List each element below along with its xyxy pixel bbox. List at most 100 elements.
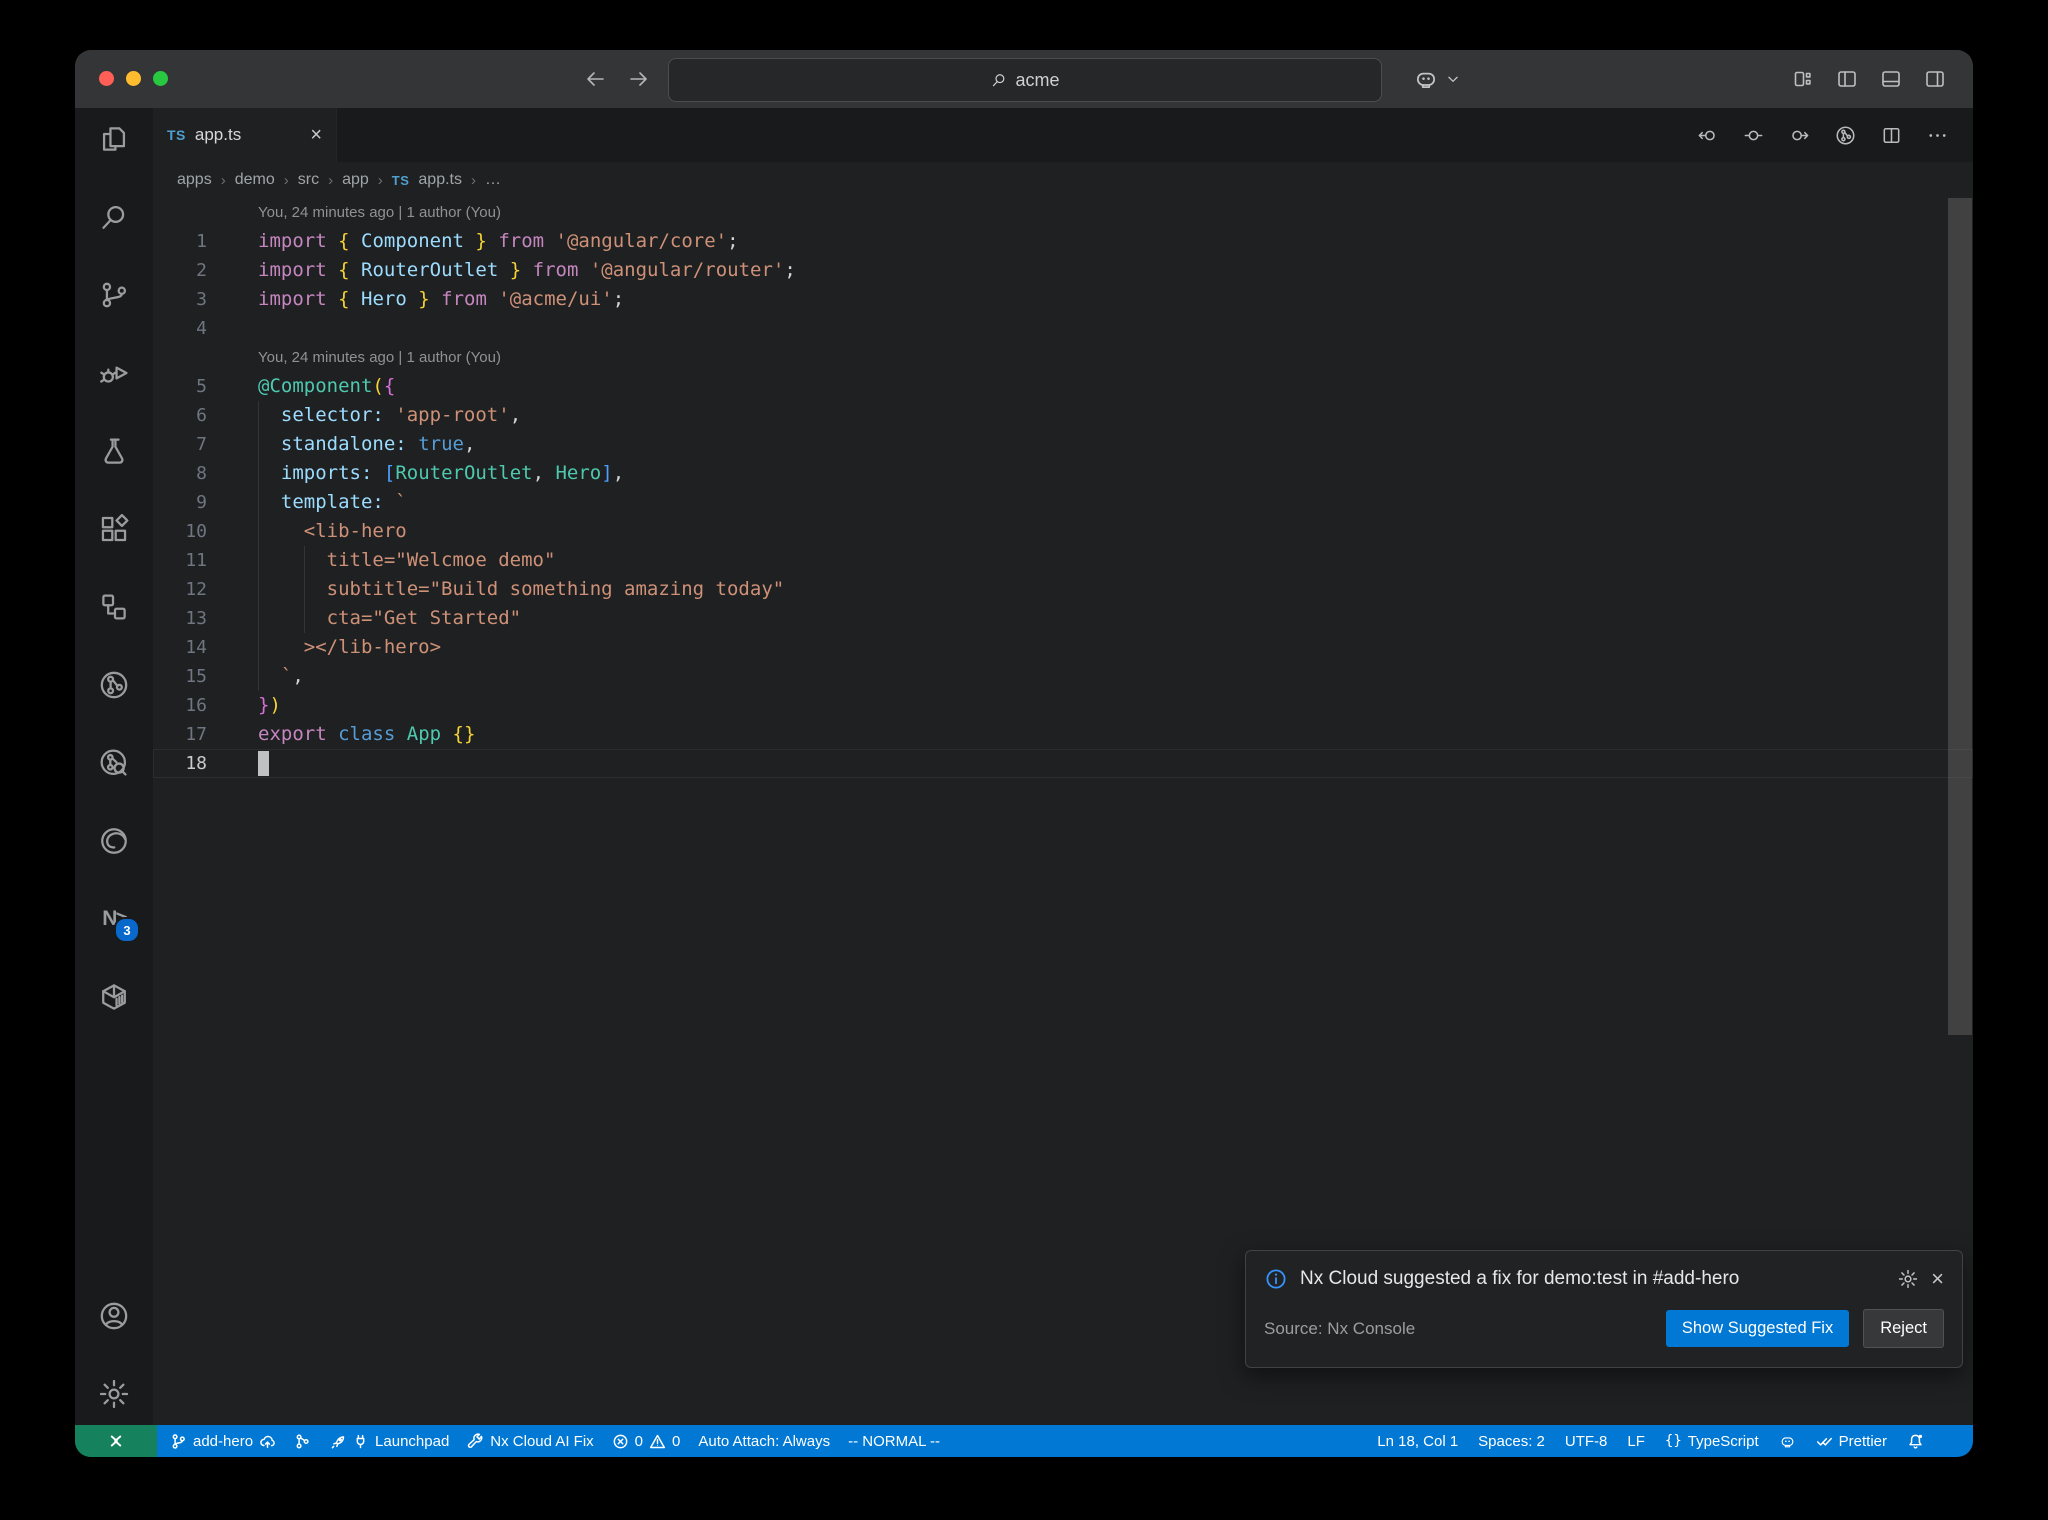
notification-settings-gear-icon[interactable]	[1897, 1268, 1919, 1290]
toggle-panel-bottom-icon[interactable]	[1879, 67, 1903, 91]
code-line-11[interactable]: 11 title="Welcmoe demo"	[153, 546, 1973, 575]
activity-settings[interactable]	[97, 1377, 131, 1411]
status-item-vim-mode[interactable]: -- NORMAL --	[841, 1425, 947, 1457]
nav-forward-icon[interactable]	[627, 67, 651, 91]
code-line-8[interactable]: 8 imports: [RouterOutlet, Hero],	[153, 459, 1973, 488]
toggle-panel-left-icon[interactable]	[1835, 67, 1859, 91]
status-item-formatter-prettier[interactable]: Prettier	[1809, 1425, 1894, 1457]
code-line-5[interactable]: 5 @Component({	[153, 372, 1973, 401]
breadcrumb-item-demo[interactable]: demo	[235, 171, 275, 189]
code-line-4[interactable]: 4	[153, 314, 1973, 343]
remote-indicator[interactable]	[75, 1425, 157, 1457]
nx-run-icon[interactable]	[1834, 124, 1857, 147]
breadcrumb-item-app[interactable]: app	[342, 171, 369, 189]
window-controls	[99, 71, 168, 86]
status-item-auto-attach[interactable]: Auto Attach: Always	[691, 1425, 837, 1457]
activity-source-control[interactable]	[97, 278, 131, 312]
status-item-language-mode[interactable]: {} TypeScript	[1658, 1425, 1766, 1457]
split-editor-icon[interactable]	[1880, 124, 1903, 147]
breadcrumb: apps › demo › src › app › TS app.ts ›…	[153, 162, 1973, 198]
toggle-panel-right-icon[interactable]	[1923, 67, 1947, 91]
activity-nx-graph-search[interactable]	[97, 746, 131, 780]
breadcrumb-item-apps[interactable]: apps	[177, 171, 212, 189]
status-text: Spaces: 2	[1478, 1432, 1545, 1450]
breadcrumb-item-file[interactable]: app.ts	[418, 171, 462, 189]
minimize-window-button[interactable]	[126, 71, 141, 86]
activity-workspace[interactable]	[97, 590, 131, 624]
double-check-icon	[1816, 1433, 1833, 1450]
activity-accounts[interactable]	[97, 1299, 131, 1333]
nav-target-icon[interactable]	[1742, 124, 1765, 147]
breadcrumb-separator: ›	[283, 171, 289, 189]
copilot-menu[interactable]	[1413, 50, 1460, 108]
indent-guide	[303, 604, 305, 633]
activity-run-and-debug[interactable]	[97, 356, 131, 390]
breadcrumb-symbol-tail[interactable]: …	[485, 171, 501, 189]
line-number: 7	[196, 434, 207, 455]
close-tab-icon[interactable]: ×	[310, 125, 322, 145]
customize-layout-icon[interactable]	[1791, 67, 1815, 91]
code-line-3[interactable]: 3 import { Hero } from '@acme/ui';	[153, 285, 1973, 314]
code-line-17[interactable]: 17 export class App {}	[153, 720, 1973, 749]
status-item-branch-add-hero[interactable]: add-hero	[163, 1425, 283, 1457]
indent-guide	[258, 459, 259, 488]
line-number: 18	[185, 753, 207, 774]
code-line-14[interactable]: 14 ></lib-hero>	[153, 633, 1973, 662]
code-line-1[interactable]: 1 import { Component } from '@angular/cor…	[153, 227, 1973, 256]
status-item-encoding[interactable]: UTF-8	[1558, 1425, 1615, 1457]
activity-search[interactable]	[97, 200, 131, 234]
activity-edge-browser[interactable]	[97, 824, 131, 858]
status-item-nx-cloud-ai-fix[interactable]: Nx Cloud AI Fix	[460, 1425, 600, 1457]
editor-scrollbar[interactable]	[1948, 198, 1972, 1035]
status-item-cursor-position[interactable]: Ln 18, Col 1	[1370, 1425, 1465, 1457]
code-line-18[interactable]: 18	[153, 749, 1973, 778]
code-line-7[interactable]: 7 standalone: true,	[153, 430, 1973, 459]
code-line-2[interactable]: 2 import { RouterOutlet } from '@angular/…	[153, 256, 1973, 285]
status-item-launchpad[interactable]: Launchpad	[322, 1425, 456, 1457]
code-line-16[interactable]: 16})	[153, 691, 1973, 720]
show-suggested-fix-button[interactable]: Show Suggested Fix	[1665, 1310, 1850, 1347]
reject-button[interactable]: Reject	[1863, 1309, 1944, 1348]
status-item-copilot-status[interactable]	[1772, 1425, 1803, 1457]
command-center-search[interactable]: acme	[668, 58, 1382, 102]
status-item-git-graph[interactable]	[287, 1425, 318, 1457]
typescript-file-icon: TS	[391, 172, 410, 188]
close-window-button[interactable]	[99, 71, 114, 86]
activity-nx-project-graph[interactable]	[97, 668, 131, 702]
activity-containers[interactable]	[97, 980, 131, 1014]
code-line-6[interactable]: 6 selector: 'app-root',	[153, 401, 1973, 430]
code-line-13[interactable]: 13 cta="Get Started"	[153, 604, 1973, 633]
status-text: Nx Cloud AI Fix	[490, 1432, 594, 1450]
activity-nx-console[interactable]: N> 3	[97, 902, 140, 943]
tab-app-ts[interactable]: TS app.ts ×	[153, 108, 337, 162]
code-line-12[interactable]: 12 subtitle="Build something amazing tod…	[153, 575, 1973, 604]
line-number: 5	[196, 376, 207, 397]
status-item-problems[interactable]: 00	[605, 1425, 688, 1457]
activity-explorer[interactable]	[97, 122, 131, 156]
code-line-15[interactable]: 15 `,	[153, 662, 1973, 691]
line-number: 1	[196, 231, 207, 252]
code-line-9[interactable]: 9 template: `	[153, 488, 1973, 517]
status-item-eol[interactable]: LF	[1620, 1425, 1652, 1457]
line-number: 16	[185, 695, 207, 716]
nav-back-circle-icon[interactable]	[1696, 124, 1719, 147]
more-actions-icon[interactable]	[1926, 124, 1949, 147]
search-icon	[990, 71, 1008, 89]
nav-forward-circle-icon[interactable]	[1788, 124, 1811, 147]
status-item-indentation[interactable]: Spaces: 2	[1471, 1425, 1552, 1457]
status-text: add-hero	[193, 1432, 254, 1450]
notification-close-icon[interactable]: ×	[1931, 1268, 1944, 1290]
line-number: 13	[185, 608, 207, 629]
nav-back-icon[interactable]	[583, 67, 607, 91]
codelens[interactable]: You, 24 minutes ago | 1 author (You)	[153, 198, 1973, 227]
line-number: 4	[196, 318, 207, 339]
activity-extensions[interactable]	[97, 512, 131, 546]
breadcrumb-item-src[interactable]: src	[298, 171, 319, 189]
code-editor[interactable]: You, 24 minutes ago | 1 author (You) 1 imp…	[153, 198, 1973, 1425]
line-number: 12	[185, 579, 207, 600]
code-line-10[interactable]: 10 <lib-hero	[153, 517, 1973, 546]
maximize-window-button[interactable]	[153, 71, 168, 86]
status-item-notifications-bell[interactable]	[1900, 1425, 1931, 1457]
codelens[interactable]: You, 24 minutes ago | 1 author (You)	[153, 343, 1973, 372]
activity-testing[interactable]	[97, 434, 131, 468]
